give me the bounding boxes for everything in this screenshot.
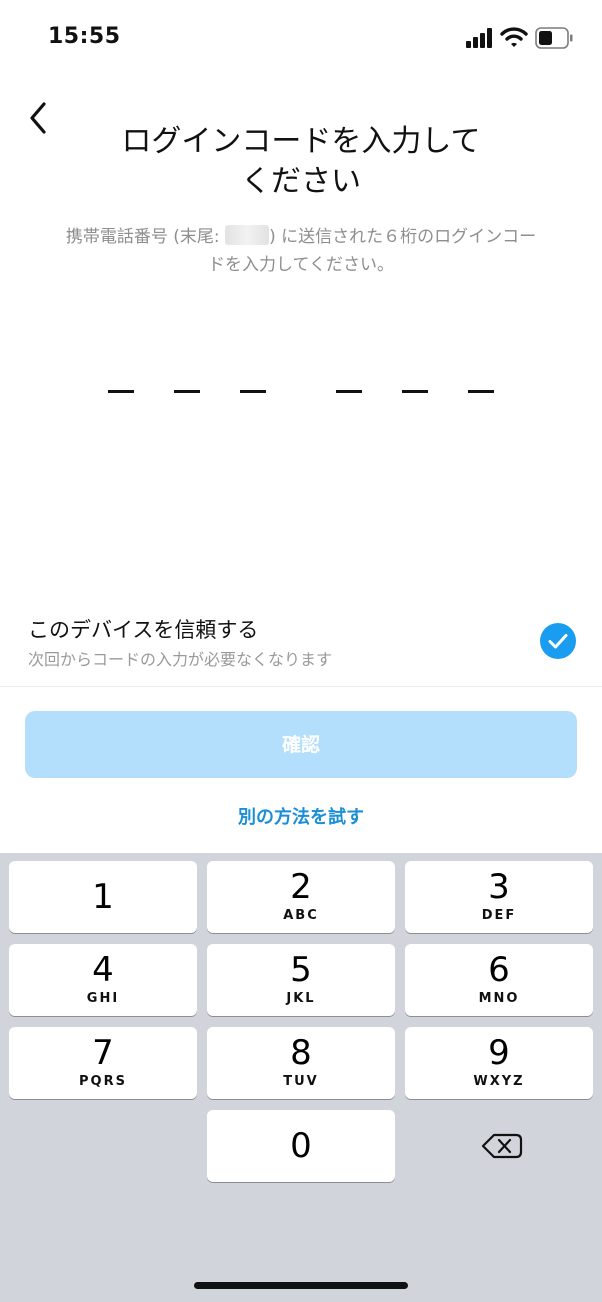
key-8-digit: 8	[290, 1033, 312, 1073]
status-time: 15:55	[48, 24, 121, 49]
trust-device-title: このデバイスを信頼する	[28, 618, 259, 642]
key-4-digit: 4	[92, 950, 114, 990]
key-9[interactable]: 9 WXYZ	[405, 1027, 593, 1099]
key-7-digit: 7	[92, 1033, 114, 1073]
key-7[interactable]: 7 PQRS	[9, 1027, 197, 1099]
key-0-digit: 0	[290, 1126, 312, 1166]
home-indicator	[194, 1282, 408, 1289]
key-3[interactable]: 3 DEF	[405, 861, 593, 933]
delete-key[interactable]	[404, 1110, 594, 1182]
key-2-digit: 2	[290, 867, 312, 907]
page-title-line1: ログインコードを入力して	[121, 124, 481, 159]
code-digit-slot-1[interactable]	[108, 390, 134, 393]
key-6[interactable]: 6 MNO	[405, 944, 593, 1016]
instruction-text: 携帯電話番号 (末尾: ) に送信された６桁のログインコー ドを入力してください…	[22, 223, 580, 279]
code-digit-slot-4[interactable]	[336, 390, 362, 393]
login-code-input[interactable]	[108, 370, 496, 418]
key-6-letters: MNO	[478, 991, 520, 1006]
page-title-line2: ください	[241, 164, 361, 199]
key-8[interactable]: 8 TUV	[207, 1027, 395, 1099]
code-digit-slot-2[interactable]	[174, 390, 200, 393]
key-5-digit: 5	[290, 950, 312, 990]
key-5-letters: JKL	[286, 991, 316, 1006]
key-3-letters: DEF	[481, 908, 517, 923]
key-4-letters: GHI	[86, 991, 120, 1006]
key-1-digit: 1	[92, 877, 114, 917]
code-digit-slot-5[interactable]	[402, 390, 428, 393]
key-9-letters: WXYZ	[473, 1074, 525, 1089]
instruction-suffix: ) に送信された６桁のログインコー	[269, 227, 537, 247]
battery-icon	[535, 27, 573, 49]
backspace-icon	[481, 1133, 523, 1159]
back-button[interactable]	[20, 96, 60, 140]
code-digit-slot-6[interactable]	[468, 390, 494, 393]
checkmark-icon	[548, 634, 568, 649]
chevron-left-icon	[30, 102, 46, 134]
key-3-digit: 3	[488, 867, 510, 907]
key-1[interactable]: 1	[9, 861, 197, 933]
key-5[interactable]: 5 JKL	[207, 944, 395, 1016]
key-0[interactable]: 0	[207, 1110, 395, 1182]
page-title: ログインコードを入力して ください	[80, 122, 522, 202]
trust-device-subtitle: 次回からコードの入力が必要なくなります	[28, 650, 333, 669]
code-digit-slot-3[interactable]	[240, 390, 266, 393]
masked-phone-number	[225, 225, 270, 245]
instruction-line2: ドを入力してください。	[208, 255, 394, 275]
status-bar: 15:55	[0, 0, 602, 80]
key-4[interactable]: 4 GHI	[9, 944, 197, 1016]
cellular-signal-icon	[466, 28, 492, 48]
key-8-letters: TUV	[283, 1074, 319, 1089]
key-2[interactable]: 2 ABC	[207, 861, 395, 933]
key-9-digit: 9	[488, 1033, 510, 1073]
key-2-letters: ABC	[283, 908, 319, 923]
instruction-prefix: 携帯電話番号 (末尾:	[65, 227, 226, 247]
divider	[0, 686, 602, 687]
trust-device-option[interactable]: このデバイスを信頼する 次回からコードの入力が必要なくなります	[0, 598, 602, 686]
confirm-button[interactable]: 確認	[25, 711, 577, 778]
key-6-digit: 6	[488, 950, 510, 990]
key-7-letters: PQRS	[79, 1074, 127, 1089]
trust-device-checkbox[interactable]	[540, 623, 576, 659]
wifi-icon	[500, 27, 528, 47]
try-another-method-link[interactable]: 別の方法を試す	[0, 803, 602, 829]
